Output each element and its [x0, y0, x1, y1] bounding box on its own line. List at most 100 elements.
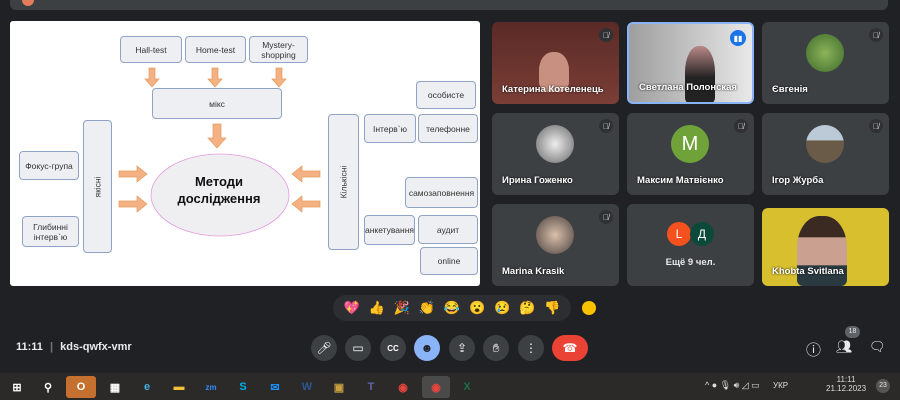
more-participants-tile[interactable]: L Д Ещё 9 чел.: [627, 204, 754, 286]
info-button[interactable]: ⓘ: [806, 339, 821, 360]
divider: |: [49, 341, 54, 353]
clock-date: 21.12.2023: [826, 384, 867, 393]
box-mix: мікс: [152, 88, 282, 119]
participant-name: Marina Krasik: [502, 266, 565, 277]
participant-tile[interactable]: 🎙̸ Marina Krasik: [492, 204, 619, 286]
reaction-thumbs-up[interactable]: 👍: [369, 300, 385, 316]
phone-hangup-icon: ☎︎: [562, 341, 578, 355]
windows-start-icon[interactable]: ⊞: [6, 376, 28, 398]
mic-off-icon: 🎙̸: [869, 119, 883, 133]
participant-name: Євгенія: [772, 84, 808, 95]
more-vert-icon: ⋮: [525, 341, 537, 355]
notifications-badge[interactable]: 23: [876, 379, 890, 393]
box-mystery-shopping: Mystery-shopping: [249, 36, 308, 63]
taskbar-app-explorer-icon[interactable]: ▬: [168, 376, 190, 398]
presentation-slide: Hall-test Home-test Mystery-shopping мік…: [10, 21, 480, 286]
language-indicator[interactable]: УКР: [773, 381, 788, 390]
participant-tile[interactable]: 🎙̸ Ігор Журба: [762, 113, 889, 195]
skin-tone-button[interactable]: [582, 301, 596, 315]
taskbar-app-chrome-active-icon[interactable]: ◉: [422, 376, 450, 398]
camera-button[interactable]: ▭: [345, 335, 371, 361]
clock-time: 11:11: [836, 375, 856, 384]
reaction-thumbs-down[interactable]: 👎: [544, 300, 560, 316]
box-personal: особисте: [416, 81, 476, 109]
taskbar-app-excel-icon[interactable]: X: [456, 376, 478, 398]
emoji-icon: ☻: [420, 341, 434, 355]
participant-name: Светлана Полонская: [639, 82, 737, 93]
presenter-avatar: [22, 0, 34, 6]
participant-name: Максим Матвієнко: [637, 175, 724, 186]
clock[interactable]: 11:11 21.12.2023: [826, 375, 866, 393]
people-icon: 👥︎: [836, 339, 853, 354]
meeting-info: 11:11 | kds-qwfx-vmr: [16, 341, 132, 353]
captions-button[interactable]: CC: [380, 335, 406, 361]
raise-hand-button[interactable]: ✋︎: [483, 335, 509, 361]
mic-icon: 🎤︎: [316, 341, 332, 355]
box-self-fill: самозаповнення: [405, 177, 478, 208]
avatar: [536, 216, 574, 254]
emoji-button[interactable]: ☻: [414, 335, 440, 361]
center-title-line: Методи: [194, 174, 244, 189]
info-icon: ⓘ: [806, 342, 822, 359]
taskbar-app-store-icon[interactable]: ▦: [104, 376, 126, 398]
participant-tile[interactable]: 🎙̸ Євгенія: [762, 22, 889, 104]
reaction-thinking[interactable]: 🤔: [519, 300, 535, 316]
taskbar-app-mail-icon[interactable]: ✉: [264, 376, 286, 398]
taskbar-app-zoom-icon[interactable]: zm: [200, 376, 222, 398]
leave-call-button[interactable]: ☎︎: [552, 335, 588, 361]
reaction-surprised[interactable]: 😮: [469, 300, 485, 316]
avatar: Д: [690, 222, 714, 246]
box-qualitative: якісні: [83, 120, 112, 253]
taskbar-app-word-icon[interactable]: W: [296, 376, 318, 398]
video-person: [685, 46, 715, 102]
box-survey: анкетування: [364, 215, 415, 245]
box-focus-group: Фокус-група: [19, 151, 79, 180]
box-hall-test: Hall-test: [120, 36, 182, 63]
taskbar-app-skype-icon[interactable]: S: [232, 376, 254, 398]
taskbar-app-teams-icon[interactable]: T: [360, 376, 382, 398]
participant-name: Ігор Журба: [772, 175, 824, 186]
arrow-left: [291, 165, 321, 183]
taskbar-app-chrome-icon[interactable]: ◉: [392, 376, 414, 398]
mic-button[interactable]: 🎤︎: [311, 335, 337, 361]
chat-icon: 🗨︎: [869, 339, 886, 354]
participant-tile[interactable]: Khobta Svitlana: [762, 208, 889, 286]
meeting-code: kds-qwfx-vmr: [60, 341, 132, 353]
taskbar-app-outlook-icon[interactable]: O: [66, 376, 96, 398]
camera-icon: ▭: [352, 341, 364, 355]
participant-count-badge: 18: [845, 326, 860, 338]
reaction-sad[interactable]: 😢: [494, 300, 510, 316]
system-tray-icons[interactable]: ^ ● 🎙︎ 🔊︎ ◿ ▭: [705, 380, 760, 391]
participant-tile[interactable]: 🎙̸ Ирина Гоженко: [492, 113, 619, 195]
people-button[interactable]: 👥︎: [836, 339, 853, 355]
more-options-button[interactable]: ⋮: [518, 335, 544, 361]
taskbar-app-edge-icon[interactable]: e: [136, 376, 158, 398]
quantitative-label: Кількісні: [338, 165, 349, 199]
participant-tile[interactable]: M 🎙̸ Максим Матвієнко: [627, 113, 754, 195]
participant-tile-speaking[interactable]: ▮▮ Светлана Полонская: [627, 22, 754, 104]
participant-name: Ирина Гоженко: [502, 175, 573, 186]
center-title-line: дослідження: [177, 191, 261, 206]
meeting-time: 11:11: [16, 341, 43, 353]
avatar: [536, 125, 574, 163]
participant-name: Катерина Котеленець: [502, 84, 604, 95]
participant-tile[interactable]: 🎙̸ Катерина Котеленець: [492, 22, 619, 104]
arrow-right: [118, 165, 148, 183]
reactions-bar: 💖 👍 🎉 👏 😂 😮 😢 🤔 👎: [333, 295, 571, 321]
present-icon: ⇪: [456, 341, 468, 355]
mic-off-icon: 🎙̸: [599, 210, 613, 224]
reaction-party[interactable]: 🎉: [394, 300, 410, 316]
reaction-laugh[interactable]: 😂: [444, 300, 460, 316]
present-button[interactable]: ⇪: [449, 335, 475, 361]
mic-off-icon: 🎙̸: [599, 28, 613, 42]
arrow-down: [144, 67, 160, 88]
mic-off-icon: 🎙̸: [734, 119, 748, 133]
taskbar-app-presentation-icon[interactable]: ▣: [328, 376, 350, 398]
reaction-clap[interactable]: 👏: [419, 300, 435, 316]
speaking-indicator-icon: ▮▮: [730, 30, 746, 46]
chat-button[interactable]: 🗨︎: [869, 339, 886, 355]
search-icon[interactable]: ⚲: [37, 376, 59, 398]
reaction-heart[interactable]: 💖: [343, 300, 359, 316]
windows-taskbar: ⊞ ⚲ O ▦ e ▬ zm S ✉ W ▣ T ◉ ◉ X ^ ● 🎙︎ 🔊︎…: [0, 373, 900, 400]
box-online: online: [420, 247, 478, 275]
